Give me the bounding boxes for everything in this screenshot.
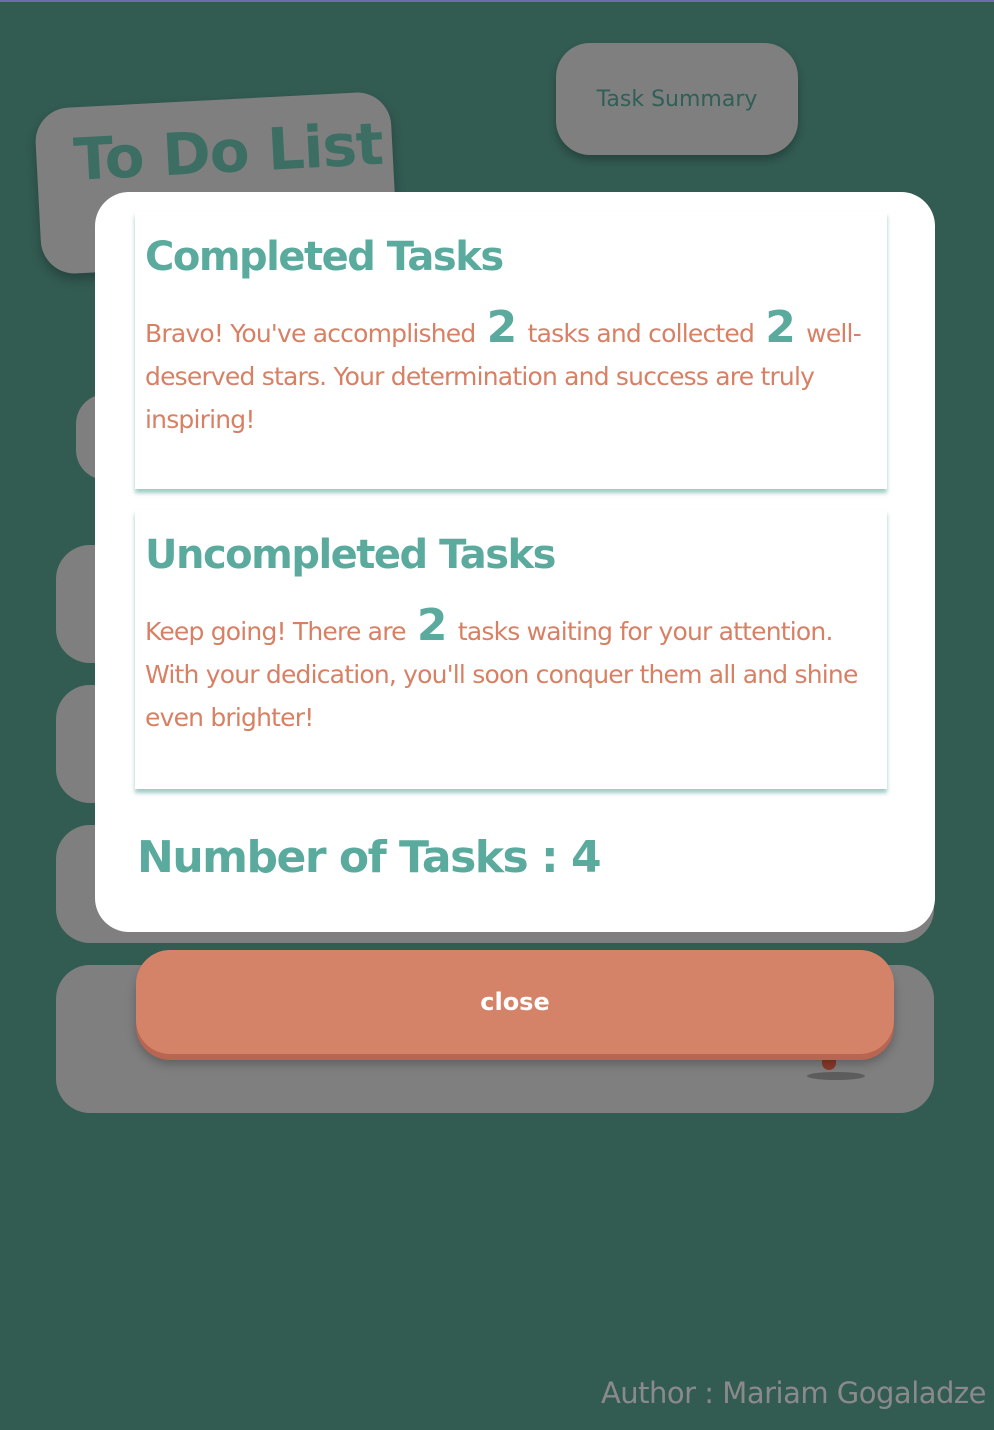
- author-credit: Author : Mariam Gogaladze: [600, 1376, 987, 1410]
- uncompleted-tasks-section: Uncompleted Tasks Keep going! There are …: [135, 510, 887, 789]
- uncompleted-tasks-message: Keep going! There are 2 tasks waiting fo…: [145, 604, 865, 739]
- uncompleted-count: 2: [416, 600, 448, 651]
- uncompleted-text-1: Keep going! There are: [145, 617, 413, 646]
- top-border: [0, 0, 994, 2]
- number-of-tasks: Number of Tasks : 4: [137, 832, 602, 883]
- task-summary-modal: Completed Tasks Bravo! You've accomplish…: [95, 192, 935, 932]
- completed-tasks-message: Bravo! You've accomplished 2 tasks and c…: [145, 306, 865, 441]
- completed-tasks-section: Completed Tasks Bravo! You've accomplish…: [135, 212, 887, 489]
- uncompleted-tasks-heading: Uncompleted Tasks: [145, 532, 556, 578]
- close-button[interactable]: close: [136, 950, 894, 1054]
- stars-count: 2: [765, 302, 796, 353]
- completed-text-1: Bravo! You've accomplished: [145, 319, 483, 348]
- task-summary-button[interactable]: Task Summary: [556, 43, 798, 155]
- bg-shadow-dot: [807, 1072, 865, 1080]
- completed-count: 2: [486, 302, 518, 353]
- completed-text-2: tasks and collected: [520, 319, 762, 348]
- completed-tasks-heading: Completed Tasks: [145, 234, 504, 280]
